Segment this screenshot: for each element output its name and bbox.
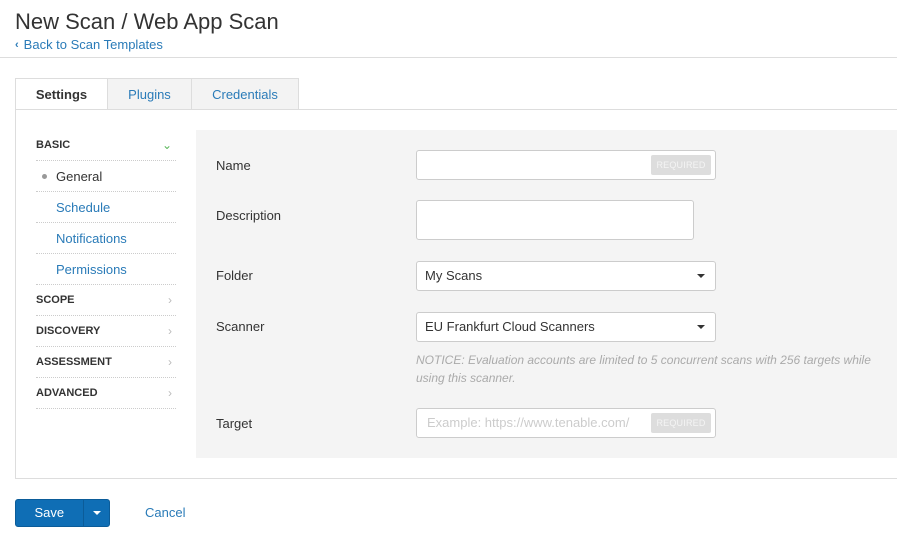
page-header: New Scan / Web App Scan ‹ Back to Scan T… [0,0,897,58]
description-label: Description [216,208,282,223]
name-input[interactable]: REQUIRED [416,150,716,180]
tab-bar: Settings Plugins Credentials [15,78,299,110]
tab-plugins[interactable]: Plugins [108,78,192,110]
sidebar-section-label: ADVANCED [36,387,98,399]
caret-down-icon [93,511,101,515]
chevron-right-icon: › [168,355,172,369]
save-options-dropdown[interactable] [82,500,109,526]
sidebar-item-label: General [36,169,102,184]
sidebar-item-schedule[interactable]: Schedule [36,192,176,223]
sidebar-section-label: BASIC [36,139,71,151]
required-badge: REQUIRED [651,155,711,175]
settings-sidebar: BASIC ⌄ General Schedule Notifications P… [36,130,176,409]
caret-down-icon [697,325,705,329]
chevron-right-icon: › [168,386,172,400]
folder-label: Folder [216,268,253,283]
back-link-label: Back to Scan Templates [23,37,163,52]
sidebar-item-notifications[interactable]: Notifications [36,223,176,254]
sidebar-section-label: SCOPE [36,294,75,306]
scanner-select-value: EU Frankfurt Cloud Scanners [425,319,595,334]
sidebar-item-permissions[interactable]: Permissions [36,254,176,285]
caret-down-icon [697,274,705,278]
required-badge: REQUIRED [651,413,711,433]
sidebar-section-advanced[interactable]: ADVANCED › [36,378,176,409]
chevron-right-icon: › [168,293,172,307]
sidebar-item-general[interactable]: General [36,161,176,192]
save-button[interactable]: Save [16,500,83,526]
sidebar-item-label: Schedule [56,199,111,215]
folder-select[interactable]: My Scans [416,261,716,291]
tab-credentials[interactable]: Credentials [192,78,299,110]
page-title: New Scan / Web App Scan [15,9,279,34]
sidebar-section-label: DISCOVERY [36,325,101,337]
target-input[interactable]: Example: https://www.tenable.com/ REQUIR… [416,408,716,438]
scanner-label: Scanner [216,319,265,334]
sidebar-item-label: Notifications [56,230,127,246]
chevron-down-icon: ⌄ [161,138,172,152]
target-placeholder: Example: https://www.tenable.com/ [427,415,630,430]
name-label: Name [216,158,251,173]
sidebar-section-scope[interactable]: SCOPE › [36,285,176,316]
scanner-select[interactable]: EU Frankfurt Cloud Scanners [416,312,716,342]
save-button-group: Save [15,499,110,527]
target-label: Target [216,416,253,431]
sidebar-item-label: Permissions [56,261,127,277]
sidebar-section-assessment[interactable]: ASSESSMENT › [36,347,176,378]
folder-select-value: My Scans [425,268,483,283]
sidebar-section-label: ASSESSMENT [36,356,112,368]
chevron-right-icon: › [168,324,172,338]
sidebar-section-discovery[interactable]: DISCOVERY › [36,316,176,347]
tab-settings[interactable]: Settings [15,78,108,110]
current-dot-icon [42,173,47,179]
general-settings-form: Name REQUIRED Description Folder My Scan… [196,130,897,458]
chevron-left-icon: ‹ [15,38,19,51]
scanner-notice: NOTICE: Evaluation accounts are limited … [416,353,871,385]
sidebar-section-basic[interactable]: BASIC ⌄ [36,130,176,161]
back-to-templates-link[interactable]: ‹ Back to Scan Templates [15,37,163,52]
description-textarea[interactable] [416,200,694,240]
cancel-link[interactable]: Cancel [145,505,185,520]
